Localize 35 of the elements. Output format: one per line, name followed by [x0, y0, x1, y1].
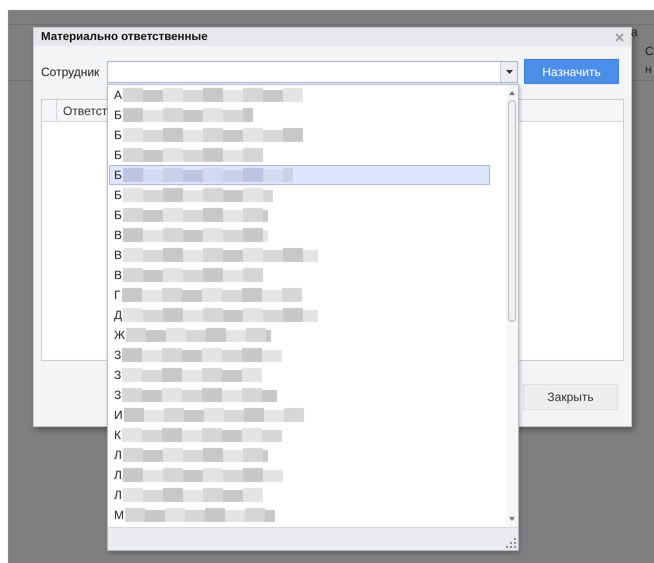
list-item[interactable]: В — [109, 245, 490, 265]
dialog-title: Материально ответственные — [41, 31, 208, 43]
list-item[interactable]: В — [109, 225, 490, 245]
list-item[interactable]: Ж — [109, 325, 490, 345]
list-item[interactable]: З — [109, 345, 490, 365]
list-item[interactable]: Д — [109, 305, 490, 325]
employee-combo-field[interactable] — [107, 60, 518, 82]
list-item[interactable]: А — [109, 85, 490, 105]
list-item[interactable]: Б — [109, 145, 490, 165]
list-item[interactable]: М — [109, 505, 490, 525]
list-item[interactable]: Л — [109, 445, 490, 465]
scroll-down-icon[interactable] — [509, 517, 515, 521]
list-item[interactable]: И — [109, 405, 490, 425]
list-item[interactable]: Л — [109, 465, 490, 485]
list-item[interactable]: Б — [109, 205, 490, 225]
field-label: Сотрудник — [41, 64, 100, 78]
list-item[interactable]: З — [109, 365, 490, 385]
resize-grip-icon[interactable] — [506, 538, 516, 548]
column-header[interactable]: Ответст — [63, 100, 108, 121]
list-item[interactable]: Б — [109, 185, 490, 205]
list-item[interactable]: Б — [109, 165, 490, 185]
list-item[interactable]: Б — [109, 105, 490, 125]
scroll-up-icon[interactable] — [509, 91, 515, 95]
list-item[interactable]: Л — [109, 485, 490, 505]
scrollbar-thumb[interactable] — [508, 100, 516, 322]
background-text: С — [645, 44, 654, 58]
list-item[interactable]: Б — [109, 125, 490, 145]
list-item[interactable]: К — [109, 425, 490, 445]
background-text: н — [645, 62, 652, 76]
close-button[interactable]: Закрыть — [523, 384, 618, 410]
list-item[interactable]: Г — [109, 285, 490, 305]
close-icon[interactable] — [615, 32, 624, 42]
dropdown-caret-icon[interactable] — [506, 70, 512, 74]
list-item[interactable]: В — [109, 265, 490, 285]
list-item[interactable]: З — [109, 385, 490, 405]
